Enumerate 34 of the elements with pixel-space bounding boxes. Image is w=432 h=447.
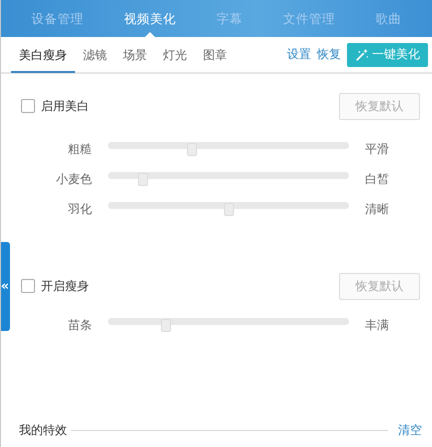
- slider-label: 白皙: [365, 170, 389, 188]
- section-title: 我的特效: [19, 422, 67, 438]
- tab[interactable]: 设备管理: [31, 0, 84, 37]
- tab[interactable]: 场景: [115, 38, 155, 73]
- clear-link[interactable]: 清空: [398, 422, 422, 438]
- slider-label: 小麦色: [55, 170, 92, 188]
- slider-thumb[interactable]: [138, 173, 148, 186]
- slider[interactable]: [108, 142, 349, 156]
- slider[interactable]: [108, 318, 349, 332]
- slider-label: 平滑: [365, 140, 389, 158]
- tab[interactable]: 图章: [195, 38, 235, 73]
- slider[interactable]: [108, 172, 349, 186]
- beautify-button[interactable]: 一键美化: [347, 42, 428, 66]
- checkbox[interactable]: [21, 279, 35, 293]
- slider-label: 清晰: [365, 200, 389, 218]
- settings-link[interactable]: 设置: [287, 46, 311, 63]
- tab[interactable]: 滤镜: [75, 38, 115, 73]
- restore-link[interactable]: 恢复: [317, 46, 341, 63]
- slider[interactable]: [108, 202, 349, 216]
- checkbox-label: 启用美白: [41, 98, 89, 114]
- checkbox-label: 开启瘦身: [41, 278, 89, 294]
- slider-thumb[interactable]: [224, 203, 234, 216]
- tab[interactable]: 灯光: [155, 38, 195, 73]
- slider-thumb[interactable]: [161, 319, 172, 332]
- magic-wand-icon: [355, 48, 369, 62]
- slider-thumb[interactable]: [186, 143, 197, 156]
- side-handle[interactable]: «: [1, 242, 10, 331]
- slider-label: 丰满: [365, 316, 389, 334]
- tab[interactable]: 美白瘦身: [11, 38, 75, 73]
- checkbox[interactable]: [21, 99, 35, 113]
- slider-label: 苗条: [67, 316, 92, 334]
- slider-label: 粗糙: [67, 140, 92, 158]
- slider-label: 羽化: [67, 200, 92, 218]
- tab[interactable]: 视频美化: [124, 0, 176, 37]
